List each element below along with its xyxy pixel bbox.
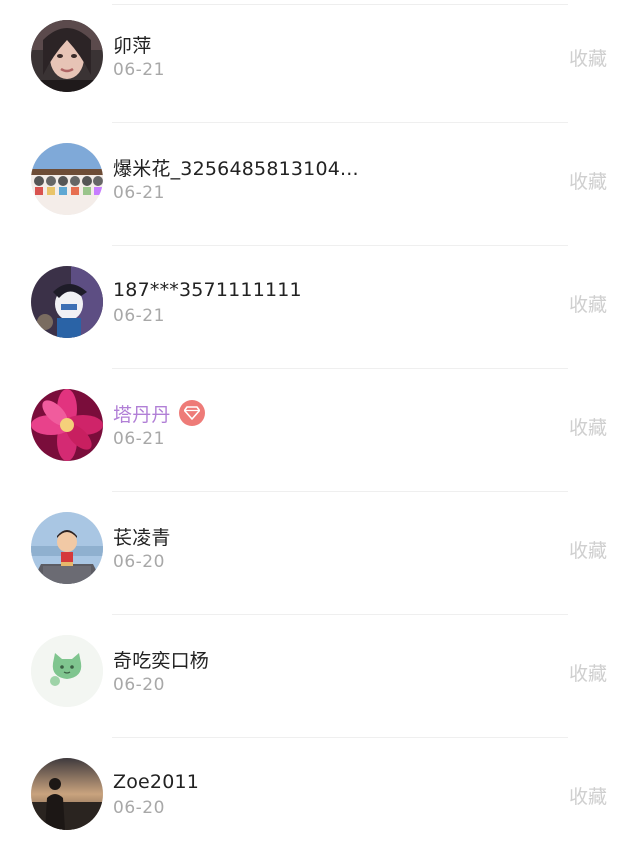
list-item[interactable]: 卯萍 06-21 收藏 [0, 0, 640, 123]
list-item[interactable]: Zoe2011 06-20 收藏 [0, 738, 640, 861]
name-line: 塔丹丹 [113, 399, 205, 427]
list-item[interactable]: 苌凌青 06-20 收藏 [0, 492, 640, 615]
list-item[interactable]: 塔丹丹 06-21 收藏 [0, 369, 640, 492]
user-name[interactable]: 苌凌青 [113, 523, 171, 550]
favorite-button[interactable]: 收藏 [569, 782, 607, 809]
name-line: 爆米花_3256485813104... [113, 153, 359, 181]
user-name[interactable]: 塔丹丹 [113, 400, 171, 427]
pink-flower-avatar[interactable] [31, 389, 103, 461]
user-name[interactable]: 奇吃奕口杨 [113, 646, 209, 673]
user-name[interactable]: 卯萍 [113, 31, 151, 58]
sunset-person-avatar[interactable] [31, 758, 103, 830]
date-label: 06-20 [113, 552, 165, 572]
date-label: 06-21 [113, 60, 165, 80]
list-item[interactable]: 爆米花_3256485813104... 06-21 收藏 [0, 123, 640, 246]
date-label: 06-21 [113, 429, 165, 449]
name-line: 奇吃奕口杨 [113, 645, 209, 673]
vip-badge [178, 400, 205, 426]
user-name[interactable]: Zoe2011 [113, 771, 199, 793]
name-line: 187***3571111111 [113, 276, 302, 304]
user-name[interactable]: 187***3571111111 [113, 279, 302, 301]
woman-portrait-avatar[interactable] [31, 20, 103, 92]
list-item[interactable]: 187***3571111111 06-21 收藏 [0, 246, 640, 369]
figurines-row-avatar[interactable] [31, 143, 103, 215]
name-line: Zoe2011 [113, 768, 199, 796]
date-label: 06-20 [113, 798, 165, 818]
cartoon-boy-avatar[interactable] [31, 512, 103, 584]
favorite-button[interactable]: 收藏 [569, 413, 607, 440]
favorite-button[interactable]: 收藏 [569, 290, 607, 317]
green-cat-avatar[interactable] [31, 635, 103, 707]
favorite-button[interactable]: 收藏 [569, 536, 607, 563]
diamond-icon [183, 406, 200, 420]
anime-character-avatar[interactable] [31, 266, 103, 338]
name-line: 卯萍 [113, 30, 151, 58]
date-label: 06-21 [113, 183, 165, 203]
name-line: 苌凌青 [113, 522, 171, 550]
favorite-button[interactable]: 收藏 [569, 44, 607, 71]
favorite-button[interactable]: 收藏 [569, 167, 607, 194]
date-label: 06-21 [113, 306, 165, 326]
favorite-button[interactable]: 收藏 [569, 659, 607, 686]
user-name[interactable]: 爆米花_3256485813104... [113, 154, 359, 181]
list-item[interactable]: 奇吃奕口杨 06-20 收藏 [0, 615, 640, 738]
date-label: 06-20 [113, 675, 165, 695]
